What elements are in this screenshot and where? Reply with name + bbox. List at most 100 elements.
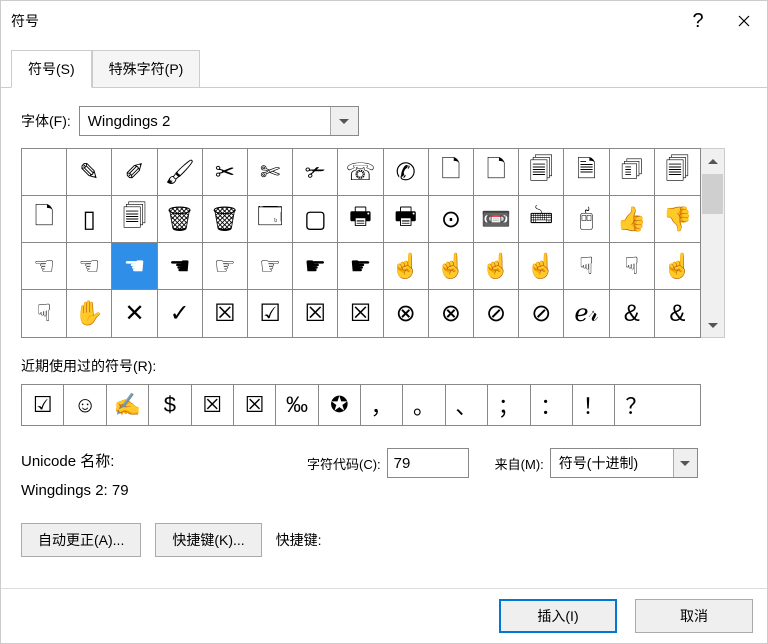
- shortcut-label: 快捷键:: [276, 530, 322, 550]
- recent-symbol-cell[interactable]: ：: [531, 385, 573, 425]
- symbol-cell[interactable]: ✎: [67, 149, 112, 196]
- shortcut-key-button[interactable]: 快捷键(K)...: [155, 523, 261, 557]
- symbol-cell[interactable]: ☝: [474, 243, 519, 290]
- scroll-down-button[interactable]: [701, 313, 724, 337]
- recent-symbol-cell[interactable]: 、: [446, 385, 488, 425]
- symbol-cell[interactable]: ☒: [338, 290, 383, 337]
- symbol-cell[interactable]: ✃: [293, 149, 338, 196]
- symbol-cell[interactable]: ⊗: [384, 290, 429, 337]
- symbol-cell[interactable]: ✓: [158, 290, 203, 337]
- symbol-cell[interactable]: 🗎: [564, 149, 609, 196]
- symbol-cell[interactable]: &: [610, 290, 655, 337]
- symbol-cell[interactable]: ✄: [248, 149, 293, 196]
- symbol-cell[interactable]: ☝: [429, 243, 474, 290]
- symbol-cell[interactable]: 🗐: [112, 196, 157, 243]
- symbol-cell[interactable]: ▢: [293, 196, 338, 243]
- symbol-cell[interactable]: ☝: [519, 243, 564, 290]
- symbol-cell[interactable]: 🖮: [519, 196, 564, 243]
- cancel-button[interactable]: 取消: [635, 599, 753, 633]
- recent-symbol-cell[interactable]: ☒: [234, 385, 276, 425]
- symbol-cell[interactable]: ☏: [338, 149, 383, 196]
- tab-symbols[interactable]: 符号(S): [11, 50, 92, 88]
- symbol-cell[interactable]: 🖶: [384, 196, 429, 243]
- recent-symbol-cell[interactable]: [658, 385, 700, 425]
- symbol-cell[interactable]: 🗑: [158, 196, 203, 243]
- symbol-cell[interactable]: [22, 149, 67, 196]
- symbol-cell[interactable]: 🗋: [22, 196, 67, 243]
- recent-symbol-cell[interactable]: ✍: [107, 385, 149, 425]
- symbol-cell[interactable]: 🗐: [519, 149, 564, 196]
- recent-symbol-cell[interactable]: ✪: [319, 385, 361, 425]
- symbol-cell[interactable]: ✆: [384, 149, 429, 196]
- symbol-cell[interactable]: ☟: [22, 290, 67, 337]
- recent-symbol-cell[interactable]: 。: [403, 385, 445, 425]
- symbol-cell[interactable]: 🗋: [474, 149, 519, 196]
- symbol-cell[interactable]: 🗐: [655, 149, 700, 196]
- scroll-thumb[interactable]: [702, 174, 723, 214]
- symbol-cell[interactable]: 👍: [610, 196, 655, 243]
- insert-button[interactable]: 插入(I): [499, 599, 617, 633]
- symbol-cell[interactable]: ℯ𝓇: [564, 290, 609, 337]
- font-select-dropdown-button[interactable]: [330, 107, 358, 135]
- symbol-cell[interactable]: 🗋: [429, 149, 474, 196]
- symbol-cell[interactable]: ⊘: [519, 290, 564, 337]
- symbol-cell[interactable]: 🗑: [203, 196, 248, 243]
- autocorrect-button[interactable]: 自动更正(A)...: [21, 523, 141, 557]
- symbol-cell[interactable]: ☛: [338, 243, 383, 290]
- symbol-cell[interactable]: ☝: [655, 243, 700, 290]
- recent-symbol-cell[interactable]: ？: [615, 385, 657, 425]
- chevron-down-icon: [339, 119, 349, 124]
- recent-symbol-cell[interactable]: ；: [488, 385, 530, 425]
- symbol-cell[interactable]: ☒: [203, 290, 248, 337]
- symbol-cell[interactable]: 📼: [474, 196, 519, 243]
- from-select[interactable]: 符号(十进制): [550, 448, 698, 478]
- symbol-cell[interactable]: ✋: [67, 290, 112, 337]
- symbol-cell[interactable]: ▯: [67, 196, 112, 243]
- recent-symbol-cell[interactable]: ！: [573, 385, 615, 425]
- close-button[interactable]: [721, 1, 767, 41]
- symbol-cell[interactable]: 👎: [655, 196, 700, 243]
- symbol-cell[interactable]: ☚: [158, 243, 203, 290]
- symbol-cell[interactable]: ✐: [112, 149, 157, 196]
- chevron-up-icon: [708, 159, 718, 164]
- symbol-cell[interactable]: ✂: [203, 149, 248, 196]
- font-select[interactable]: Wingdings 2: [79, 106, 359, 136]
- char-code-input[interactable]: [387, 448, 469, 478]
- symbol-cell[interactable]: ☒: [293, 290, 338, 337]
- symbol-cell[interactable]: ☟: [610, 243, 655, 290]
- recent-symbol-cell[interactable]: ☒: [192, 385, 234, 425]
- from-select-value: 符号(十进制): [559, 453, 638, 473]
- scroll-track[interactable]: [701, 215, 724, 313]
- recent-symbol-cell[interactable]: $: [149, 385, 191, 425]
- symbol-cell[interactable]: 🗊: [610, 149, 655, 196]
- recent-symbol-cell[interactable]: ☺: [64, 385, 106, 425]
- recent-symbol-cell[interactable]: ，: [361, 385, 403, 425]
- symbol-cell[interactable]: ☜: [67, 243, 112, 290]
- grid-scrollbar[interactable]: [701, 148, 725, 338]
- symbol-cell[interactable]: ⊙: [429, 196, 474, 243]
- symbol-cell[interactable]: 🖰: [564, 196, 609, 243]
- symbol-cell[interactable]: ✕: [112, 290, 157, 337]
- symbol-cell[interactable]: ☟: [564, 243, 609, 290]
- symbol-cell[interactable]: ☚: [112, 243, 157, 290]
- symbol-cell[interactable]: ⊘: [474, 290, 519, 337]
- recent-symbol-cell[interactable]: ☑: [22, 385, 64, 425]
- symbol-cell[interactable]: ☝: [384, 243, 429, 290]
- symbol-grid: ✎✐🖌✂✄✃☏✆🗋🗋🗐🗎🗊🗐🗋▯🗐🗑🗑🗔▢🖶🖶⊙📼🖮🖰👍👎☜☜☚☚☞☞☛☛☝☝☝…: [21, 148, 701, 338]
- symbol-cell[interactable]: 🖌: [158, 149, 203, 196]
- symbol-cell[interactable]: ☑: [248, 290, 293, 337]
- symbol-cell[interactable]: ☛: [293, 243, 338, 290]
- scroll-up-button[interactable]: [701, 149, 724, 173]
- tab-special-chars[interactable]: 特殊字符(P): [92, 50, 201, 88]
- symbol-cell[interactable]: 🖶: [338, 196, 383, 243]
- symbol-cell[interactable]: ☞: [248, 243, 293, 290]
- symbol-cell[interactable]: 🗔: [248, 196, 293, 243]
- symbol-cell[interactable]: ☜: [22, 243, 67, 290]
- recent-symbol-cell[interactable]: ‰: [276, 385, 318, 425]
- from-select-dropdown-button[interactable]: [673, 449, 697, 477]
- symbol-cell[interactable]: ☞: [203, 243, 248, 290]
- dialog-title: 符号: [11, 11, 675, 31]
- symbol-cell[interactable]: ⊗: [429, 290, 474, 337]
- symbol-cell[interactable]: &: [655, 290, 700, 337]
- help-button[interactable]: ?: [675, 1, 721, 41]
